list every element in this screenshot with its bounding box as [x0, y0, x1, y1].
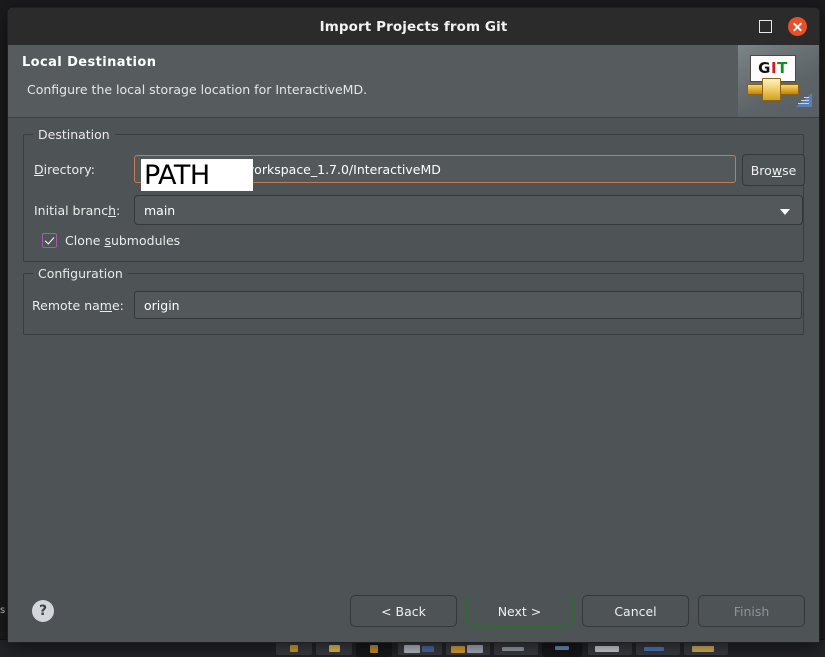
taskbar-icon [290, 645, 298, 652]
initial-branch-dropdown[interactable]: main [134, 195, 803, 225]
cancel-button[interactable]: Cancel [582, 595, 689, 627]
taskbar-icon [692, 646, 714, 652]
remote-name-value: origin [144, 297, 180, 313]
page-title: Local Destination [22, 55, 157, 70]
page-description: Configure the local storage location for… [27, 82, 368, 97]
help-icon[interactable]: ? [32, 600, 54, 622]
window-controls [759, 8, 807, 45]
taskbar-icon [467, 645, 483, 653]
taskbar-icon [451, 646, 465, 653]
taskbar-item[interactable] [636, 642, 680, 655]
remote-name-label: Remote name: [32, 298, 124, 313]
remote-name-input[interactable]: origin [134, 291, 802, 319]
maximize-icon[interactable] [759, 20, 772, 33]
next-button[interactable]: Next > [466, 595, 573, 627]
taskbar-item[interactable] [398, 642, 442, 655]
taskbar-icon [644, 647, 664, 651]
git-logo-letter-t: T [777, 59, 788, 77]
taskbar-item[interactable] [494, 642, 538, 655]
configuration-group-label: Configuration [33, 266, 128, 281]
import-projects-from-git-dialog: Import Projects from Git Local Destinati… [7, 7, 820, 643]
taskbar-icon [555, 646, 569, 650]
close-icon[interactable] [788, 17, 807, 36]
eclipse-triangle-lines-icon [798, 96, 809, 105]
destination-group: Destination Directory: STM32CubeIDE/work… [23, 127, 805, 262]
dialog-header: Local Destination Configure the local st… [8, 45, 819, 118]
dialog-button-row: < Back Next > Cancel Finish [350, 595, 805, 627]
taskbar-icon [404, 645, 420, 653]
clone-submodules-checkbox-row[interactable]: Clone submodules [42, 231, 180, 249]
taskbar-item[interactable] [446, 642, 490, 655]
taskbar-item[interactable] [316, 642, 352, 655]
finish-button: Finish [698, 595, 805, 627]
initial-branch-label: Initial branch: [34, 203, 121, 218]
taskbar-icon [329, 645, 340, 652]
destination-group-label: Destination [33, 127, 115, 142]
taskbar-item[interactable] [684, 642, 728, 655]
dialog-footer: ? < Back Next > Cancel Finish [8, 582, 819, 642]
dialog-title: Import Projects from Git [319, 18, 508, 35]
git-pipe-joint-icon [762, 78, 781, 101]
configuration-group: Configuration Remote name: origin [23, 266, 804, 335]
directory-label: Directory: [34, 162, 95, 177]
taskbar-icon [595, 646, 619, 652]
back-button[interactable]: < Back [350, 595, 457, 627]
chevron-down-icon [780, 209, 790, 215]
taskbar-icon [422, 646, 434, 652]
header-banner: GIT [738, 45, 819, 117]
path-redaction-overlay: PATH [141, 159, 253, 191]
clone-submodules-checkbox[interactable] [42, 232, 57, 248]
initial-branch-value: main [144, 202, 176, 218]
git-logo-letter-g: G [758, 59, 771, 77]
dialog-title-bar[interactable]: Import Projects from Git [8, 8, 819, 45]
taskbar-item[interactable] [276, 642, 312, 655]
clone-submodules-label: Clone submodules [65, 232, 181, 248]
dialog-body: Destination Directory: STM32CubeIDE/work… [8, 118, 819, 582]
taskbar-icon [502, 647, 524, 651]
taskbar-icon [370, 645, 378, 653]
taskbar-item[interactable] [588, 642, 632, 655]
browse-button[interactable]: Bro w se [742, 154, 805, 186]
